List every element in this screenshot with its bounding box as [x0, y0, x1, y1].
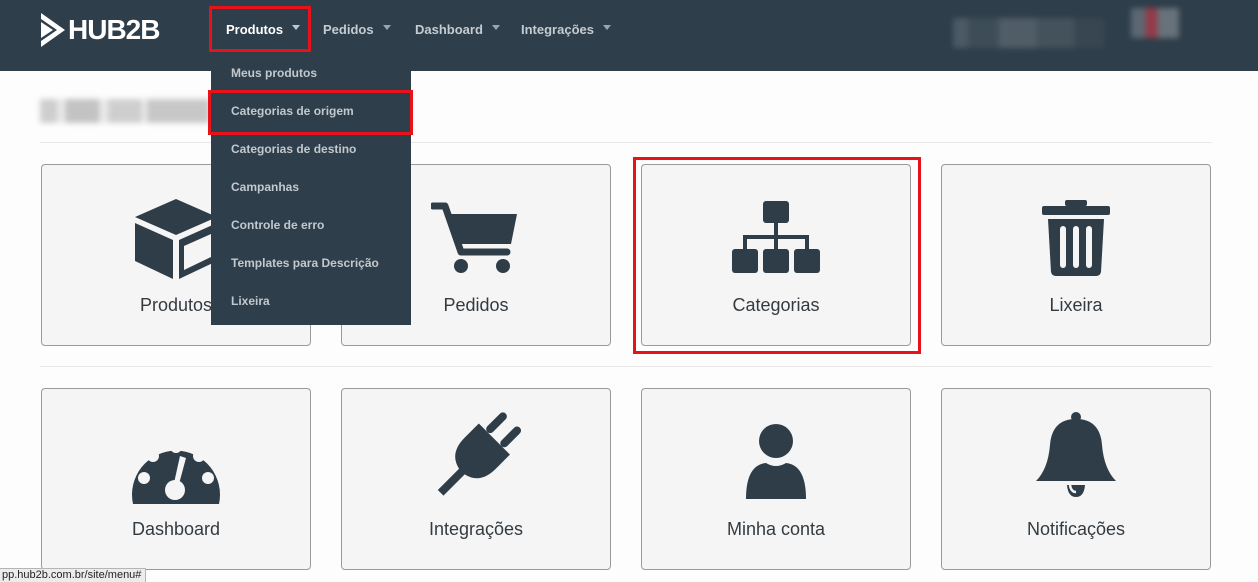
- card-lixeira-label: Lixeira: [1049, 295, 1103, 315]
- shopping-cart-icon: [431, 202, 517, 273]
- caret-down-icon: [491, 25, 500, 30]
- nav-integracoes-label: Integrações: [521, 21, 594, 37]
- menu-item-meus-produtos[interactable]: Meus produtos: [231, 65, 317, 81]
- menu-item-templates-para-descricao[interactable]: Templates para Descrição: [231, 255, 379, 271]
- plug-icon: [437, 412, 521, 496]
- nav-dashboard-label: Dashboard: [415, 21, 483, 37]
- tachometer-icon: [132, 441, 220, 504]
- logo-text: HUB2B: [68, 14, 160, 45]
- logo-chevron-icon: [41, 13, 65, 47]
- breadcrumb: [40, 99, 210, 123]
- nav-integracoes[interactable]: Integrações: [521, 20, 611, 38]
- bell-icon: [1036, 412, 1116, 497]
- nav-dashboard[interactable]: Dashboard: [415, 20, 500, 38]
- card-notificacoes-label: Notificações: [1026, 519, 1126, 539]
- status-bar-url: pp.hub2b.com.br/site/menu#: [0, 568, 147, 582]
- box-icon: [135, 199, 217, 279]
- card-integracoes[interactable]: Integrações: [341, 388, 611, 570]
- card-notificacoes[interactable]: Notificações: [941, 388, 1211, 570]
- user-name-blurred[interactable]: [953, 18, 1105, 48]
- menu-item-controle-de-erro[interactable]: Controle de erro: [231, 217, 324, 233]
- menu-item-lixeira[interactable]: Lixeira: [231, 293, 270, 309]
- card-minha-conta[interactable]: Minha conta: [641, 388, 911, 570]
- card-minha-conta-label: Minha conta: [726, 519, 826, 539]
- avatar[interactable]: [1131, 8, 1179, 38]
- top-navbar: HUB2B Produtos Pedidos Dashboard Integra…: [0, 0, 1258, 71]
- menu-item-categorias-de-destino[interactable]: Categorias de destino: [231, 141, 356, 157]
- nav-pedidos-label: Pedidos: [323, 21, 374, 37]
- highlight-box-nav-produtos: [209, 6, 311, 52]
- card-dashboard-label: Dashboard: [131, 519, 221, 539]
- menu-item-campanhas[interactable]: Campanhas: [231, 179, 299, 195]
- divider: [40, 366, 1212, 367]
- card-lixeira[interactable]: Lixeira: [941, 164, 1211, 346]
- user-icon: [746, 424, 806, 499]
- caret-down-icon: [602, 25, 611, 30]
- hub2b-logo[interactable]: HUB2B: [40, 10, 160, 50]
- highlight-box-card-categorias: [633, 157, 921, 354]
- card-integracoes-label: Integrações: [428, 519, 524, 539]
- nav-pedidos[interactable]: Pedidos: [323, 20, 391, 38]
- highlight-box-categorias-de-origem: [208, 90, 413, 135]
- caret-down-icon: [382, 25, 391, 30]
- trash-icon: [1042, 200, 1110, 276]
- card-dashboard[interactable]: Dashboard: [41, 388, 311, 570]
